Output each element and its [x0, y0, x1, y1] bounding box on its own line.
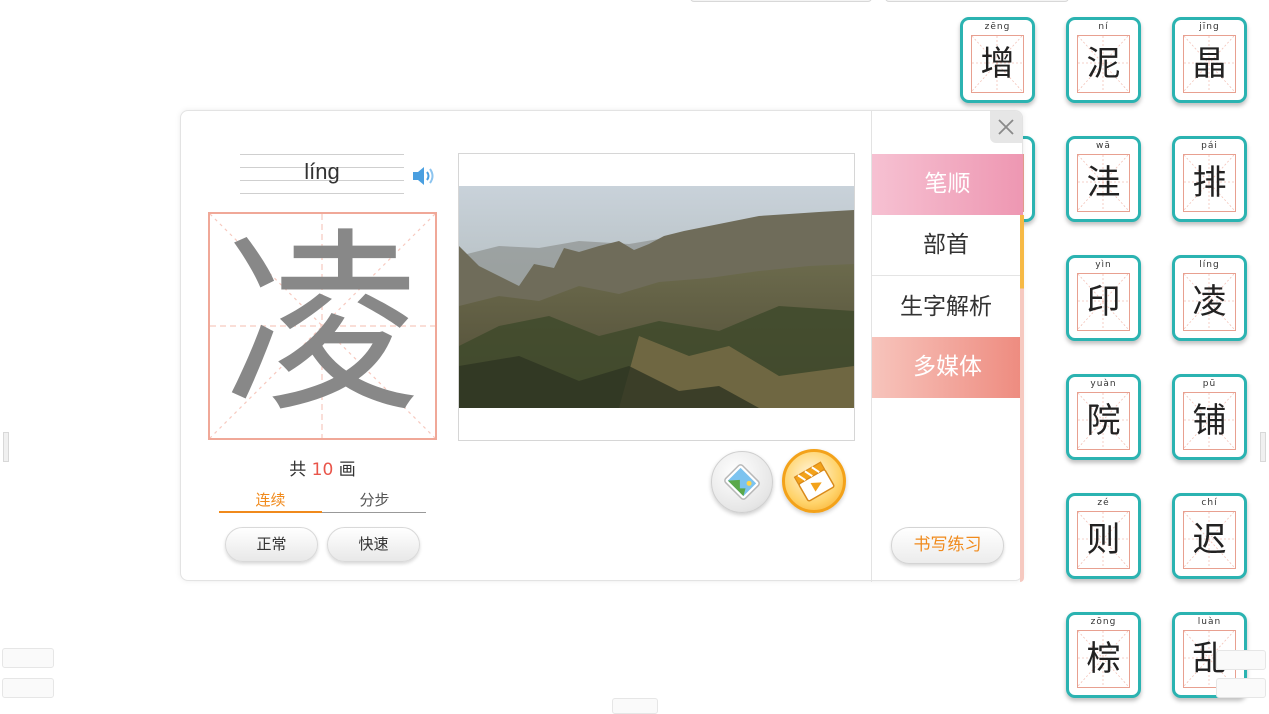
- character-detail-panel: líng 凌 共 10 画 连续 分步 正常 快速 笔顺 部首 生字解析 多媒体…: [180, 110, 1024, 582]
- faint-page-control[interactable]: [612, 698, 658, 714]
- close-icon[interactable]: [990, 111, 1022, 143]
- menu-character-analysis[interactable]: 生字解析: [872, 277, 1023, 338]
- character-card[interactable]: líng 凌: [1172, 255, 1247, 341]
- card-grid: 洼: [1077, 154, 1130, 212]
- landscape-photo: [459, 186, 854, 408]
- stroke-count-prefix: 共: [289, 460, 307, 480]
- card-grid: 则: [1077, 511, 1130, 569]
- left-edge-handle[interactable]: [3, 432, 9, 462]
- faint-control-right-down[interactable]: [1216, 678, 1266, 698]
- card-character: 晶: [1192, 44, 1227, 84]
- card-pinyin: líng: [1199, 260, 1220, 270]
- image-icon[interactable]: [711, 451, 773, 513]
- character-writing-grid: 凌: [208, 212, 437, 440]
- stroke-order-character: 凌: [224, 212, 421, 440]
- card-pinyin: wā: [1096, 141, 1111, 151]
- tab-continuous[interactable]: 连续: [219, 489, 322, 513]
- speaker-icon[interactable]: [411, 165, 439, 187]
- card-pinyin: yìn: [1095, 260, 1112, 270]
- card-pinyin: zé: [1097, 498, 1110, 508]
- character-card[interactable]: ní 泥: [1066, 17, 1141, 103]
- card-grid: 迟: [1183, 511, 1236, 569]
- faint-control-down[interactable]: [2, 678, 54, 698]
- character-card[interactable]: wā 洼: [1066, 136, 1141, 222]
- card-character: 棕: [1086, 639, 1121, 679]
- character-card[interactable]: jīng 晶: [1172, 17, 1247, 103]
- card-grid: 凌: [1183, 273, 1236, 331]
- character-card[interactable]: yìn 印: [1066, 255, 1141, 341]
- card-grid: 印: [1077, 273, 1130, 331]
- card-grid: 泥: [1077, 35, 1130, 93]
- character-card[interactable]: yuàn 院: [1066, 374, 1141, 460]
- stroke-count-suffix: 画: [338, 460, 356, 480]
- card-grid: 铺: [1183, 392, 1236, 450]
- card-character: 增: [980, 44, 1015, 84]
- card-pinyin: luàn: [1197, 617, 1222, 627]
- card-character: 凌: [1192, 282, 1227, 322]
- pinyin-label: líng: [304, 159, 340, 184]
- card-pinyin: pái: [1201, 141, 1218, 151]
- card-character: 铺: [1192, 401, 1227, 441]
- faint-control-up[interactable]: [2, 648, 54, 668]
- card-grid: 晶: [1183, 35, 1236, 93]
- card-character: 泥: [1086, 44, 1121, 84]
- card-character: 洼: [1086, 163, 1121, 203]
- stage: zēng 增 ní 泥 jīng 晶 wā 洼 pái 排 yìn 印 líng…: [0, 0, 1269, 714]
- character-card[interactable]: pū 铺: [1172, 374, 1247, 460]
- character-card[interactable]: zēng 增: [960, 17, 1035, 103]
- tab-step-by-step[interactable]: 分步: [323, 489, 426, 513]
- card-pinyin: zōng: [1090, 617, 1117, 627]
- menu-stroke-order[interactable]: 笔顺: [872, 154, 1023, 215]
- playback-mode-tabs: 连续 分步: [219, 489, 426, 513]
- card-character: 则: [1086, 520, 1121, 560]
- menu-radical[interactable]: 部首: [872, 215, 1023, 276]
- faint-control-right-up[interactable]: [1216, 650, 1266, 670]
- card-character: 印: [1086, 282, 1121, 322]
- card-pinyin: pū: [1202, 379, 1217, 389]
- side-menu: 笔顺 部首 生字解析 多媒体 书写练习: [871, 111, 1024, 582]
- card-pinyin: ní: [1098, 22, 1109, 32]
- card-character: 迟: [1192, 520, 1227, 560]
- top-tab-right[interactable]: [885, 0, 1069, 2]
- card-grid: 棕: [1077, 630, 1130, 688]
- media-viewer: [458, 153, 855, 441]
- video-clapper-icon[interactable]: [782, 449, 846, 513]
- card-pinyin: chí: [1201, 498, 1218, 508]
- card-pinyin: zēng: [984, 22, 1011, 32]
- character-card[interactable]: pái 排: [1172, 136, 1247, 222]
- pinyin-line: [240, 193, 404, 194]
- speed-fast-button[interactable]: 快速: [327, 527, 420, 562]
- stroke-count-number: 10: [311, 460, 334, 480]
- card-grid: 增: [971, 35, 1024, 93]
- card-character: 排: [1192, 163, 1227, 203]
- side-menu-edge: [1020, 215, 1024, 582]
- card-grid: 院: [1077, 392, 1130, 450]
- writing-practice-button[interactable]: 书写练习: [891, 527, 1004, 564]
- menu-multimedia[interactable]: 多媒体: [872, 337, 1023, 398]
- character-card[interactable]: zōng 棕: [1066, 612, 1141, 698]
- pinyin-line: [240, 154, 404, 155]
- card-grid: 排: [1183, 154, 1236, 212]
- card-pinyin: yuàn: [1090, 379, 1117, 389]
- stroke-count: 共 10 画: [208, 455, 437, 480]
- card-pinyin: jīng: [1199, 22, 1220, 32]
- right-edge-handle[interactable]: [1260, 432, 1266, 462]
- character-card[interactable]: chí 迟: [1172, 493, 1247, 579]
- top-tab-left[interactable]: [690, 0, 872, 2]
- card-character: 院: [1086, 401, 1121, 441]
- character-card[interactable]: zé 则: [1066, 493, 1141, 579]
- speed-normal-button[interactable]: 正常: [225, 527, 318, 562]
